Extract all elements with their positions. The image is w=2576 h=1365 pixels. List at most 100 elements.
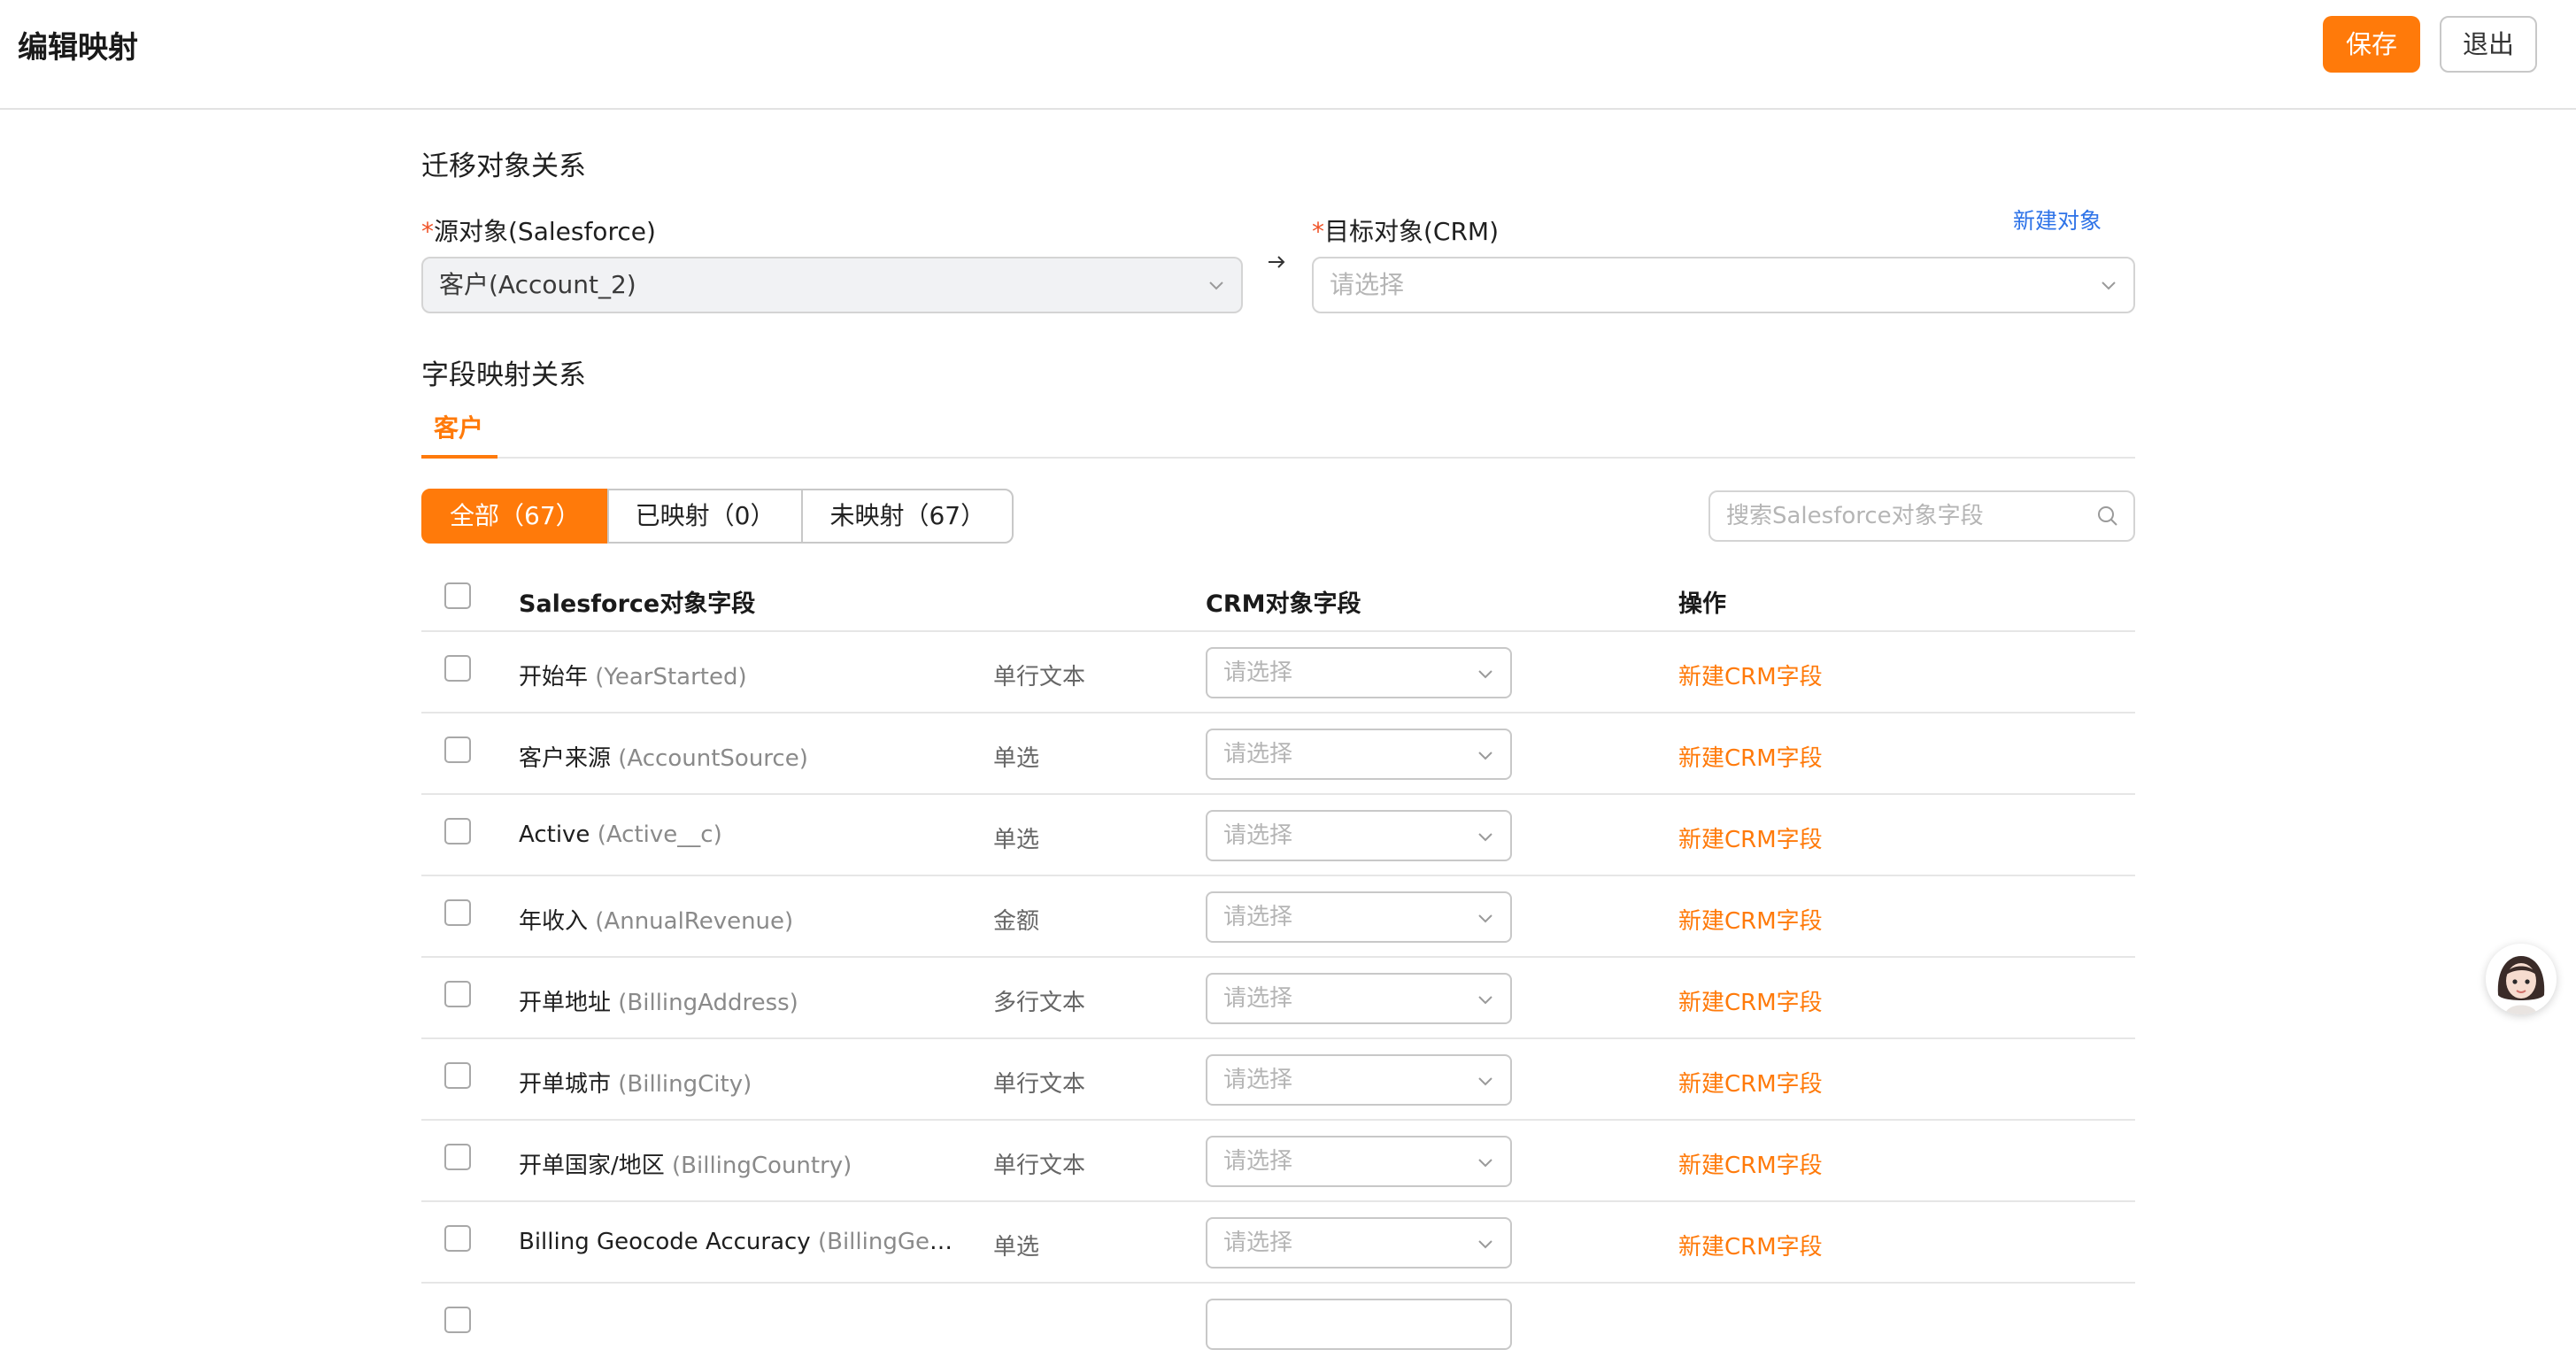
- chevron-down-icon: [1478, 833, 1492, 842]
- table-row: 年收入 (AnnualRevenue) 金额 请选择 新建CRM字段: [0, 876, 2576, 958]
- chevron-down-icon: [1478, 1077, 1492, 1086]
- target-object-label-text: 目标对象(CRM): [1324, 217, 1500, 246]
- column-header-source: Salesforce对象字段: [519, 590, 756, 618]
- source-field-api-name: (BillingGeocodeA…: [817, 1229, 953, 1255]
- chevron-down-icon: [1478, 1159, 1492, 1168]
- table-row: 客户来源 (AccountSource) 单选 请选择 新建CRM字段: [0, 713, 2576, 795]
- source-field-type: 单行文本: [993, 1153, 1086, 1179]
- row-checkbox[interactable]: [444, 1307, 471, 1333]
- source-field-api-name: (BillingAddress): [618, 990, 798, 1016]
- source-field-api-name: (AnnualRevenue): [595, 908, 794, 935]
- tab-bar: [421, 457, 2135, 459]
- crm-field-placeholder: 请选择: [1223, 1230, 1293, 1256]
- crm-field-select[interactable]: 请选择: [1206, 1217, 1512, 1269]
- source-field-name: 开单国家/地区 (BillingCountry): [519, 1147, 953, 1180]
- crm-field-placeholder: 请选择: [1223, 985, 1293, 1012]
- source-field-name: 开单城市 (BillingCity): [519, 1066, 953, 1099]
- table-row: Billing Geocode Accuracy (BillingGeocode…: [0, 1202, 2576, 1284]
- new-crm-field-link[interactable]: 新建CRM字段: [1678, 740, 1823, 773]
- source-field-api-name: (AccountSource): [618, 745, 808, 772]
- row-checkbox[interactable]: [444, 981, 471, 1007]
- table-row: Active (Active__c) 单选 请选择 新建CRM字段: [0, 795, 2576, 876]
- search-icon[interactable]: [2096, 505, 2119, 528]
- tab-customer[interactable]: 客户: [434, 409, 483, 444]
- crm-field-select[interactable]: 请选择: [1206, 729, 1512, 780]
- source-field-name: 开始年 (YearStarted): [519, 659, 953, 691]
- new-crm-field-link[interactable]: 新建CRM字段: [1678, 1229, 1823, 1261]
- new-crm-field-link[interactable]: 新建CRM字段: [1678, 821, 1823, 854]
- chevron-down-icon: [1478, 914, 1492, 923]
- source-field-name: 客户来源 (AccountSource): [519, 740, 953, 773]
- chevron-down-icon: [1478, 996, 1492, 1005]
- source-field-label: 开单地址: [519, 990, 612, 1016]
- source-field-api-name: (BillingCountry): [672, 1153, 852, 1179]
- source-field-name: Billing Geocode Accuracy (BillingGeocode…: [519, 1229, 953, 1255]
- new-crm-field-link[interactable]: 新建CRM字段: [1678, 984, 1823, 1017]
- source-field-api-name: (YearStarted): [595, 664, 747, 690]
- page-title: 编辑映射: [18, 30, 138, 66]
- save-button[interactable]: 保存: [2323, 16, 2420, 73]
- crm-field-select[interactable]: 请选择: [1206, 1136, 1512, 1187]
- crm-field-select[interactable]: 请选择: [1206, 1054, 1512, 1106]
- new-crm-field-link[interactable]: 新建CRM字段: [1678, 659, 1823, 691]
- exit-button[interactable]: 退出: [2440, 16, 2537, 73]
- source-object-value: 客户(Account_2): [439, 270, 636, 299]
- crm-field-select[interactable]: [1206, 1299, 1512, 1350]
- source-field-api-name: (Active__c): [597, 821, 722, 848]
- row-checkbox[interactable]: [444, 736, 471, 763]
- chevron-down-icon: [2102, 281, 2116, 290]
- source-field-name: Active (Active__c): [519, 821, 953, 848]
- source-object-select[interactable]: 客户(Account_2): [421, 257, 1243, 313]
- source-field-label: 开始年: [519, 664, 589, 690]
- row-checkbox[interactable]: [444, 899, 471, 926]
- field-search-input[interactable]: 搜索Salesforce对象字段: [1708, 490, 2135, 542]
- search-placeholder: 搜索Salesforce对象字段: [1726, 503, 1984, 529]
- assistant-face-icon: [2486, 944, 2557, 1014]
- new-object-link[interactable]: 新建对象: [2013, 204, 2102, 235]
- chevron-down-icon: [1478, 670, 1492, 679]
- chevron-down-icon: [1478, 752, 1492, 760]
- new-crm-field-link[interactable]: 新建CRM字段: [1678, 1066, 1823, 1099]
- new-crm-field-link[interactable]: 新建CRM字段: [1678, 1147, 1823, 1180]
- crm-field-select[interactable]: 请选择: [1206, 891, 1512, 943]
- field-mapping-section-title: 字段映射关系: [421, 359, 586, 391]
- source-object-label-text: 源对象(Salesforce): [434, 217, 656, 246]
- source-field-type: 多行文本: [993, 990, 1086, 1016]
- row-checkbox[interactable]: [444, 1144, 471, 1170]
- source-field-label: Billing Geocode Accuracy: [519, 1229, 811, 1255]
- row-checkbox[interactable]: [444, 1062, 471, 1089]
- source-field-type: 单行文本: [993, 1071, 1086, 1098]
- arrow-right-icon: [1269, 256, 1285, 268]
- row-checkbox[interactable]: [444, 655, 471, 682]
- select-all-checkbox[interactable]: [444, 582, 471, 609]
- target-object-placeholder: 请选择: [1330, 270, 1405, 299]
- crm-field-select[interactable]: 请选择: [1206, 810, 1512, 861]
- row-checkbox[interactable]: [444, 818, 471, 844]
- source-field-type: 单选: [993, 745, 1040, 772]
- table-row: [0, 1284, 2576, 1365]
- source-field-type: 金额: [993, 908, 1040, 935]
- source-field-label: Active: [519, 821, 590, 848]
- crm-field-placeholder: 请选择: [1223, 1148, 1293, 1175]
- assistant-avatar[interactable]: [2486, 944, 2557, 1014]
- source-field-label: 客户来源: [519, 745, 612, 772]
- required-mark: *: [1312, 217, 1324, 246]
- column-header-crm: CRM对象字段: [1206, 590, 1361, 618]
- target-object-label: *目标对象(CRM): [1312, 212, 1499, 248]
- crm-field-placeholder: 请选择: [1223, 1067, 1293, 1093]
- source-field-label: 开单国家/地区: [519, 1153, 665, 1179]
- filter-mapped-button[interactable]: 已映射（0）: [606, 489, 804, 544]
- chevron-down-icon: [1209, 281, 1223, 290]
- active-tab-indicator: [421, 455, 497, 459]
- filter-all-button[interactable]: 全部（67）: [421, 489, 609, 544]
- table-row: 开单国家/地区 (BillingCountry) 单行文本 请选择 新建CRM字段: [0, 1121, 2576, 1202]
- crm-field-select[interactable]: 请选择: [1206, 973, 1512, 1024]
- table-row: 开单地址 (BillingAddress) 多行文本 请选择 新建CRM字段: [0, 958, 2576, 1039]
- chevron-down-icon: [1478, 1240, 1492, 1249]
- crm-field-placeholder: 请选择: [1223, 904, 1293, 930]
- new-crm-field-link[interactable]: 新建CRM字段: [1678, 903, 1823, 936]
- filter-unmapped-button[interactable]: 未映射（67）: [801, 489, 1014, 544]
- row-checkbox[interactable]: [444, 1225, 471, 1252]
- target-object-select[interactable]: 请选择: [1312, 257, 2135, 313]
- crm-field-select[interactable]: 请选择: [1206, 647, 1512, 698]
